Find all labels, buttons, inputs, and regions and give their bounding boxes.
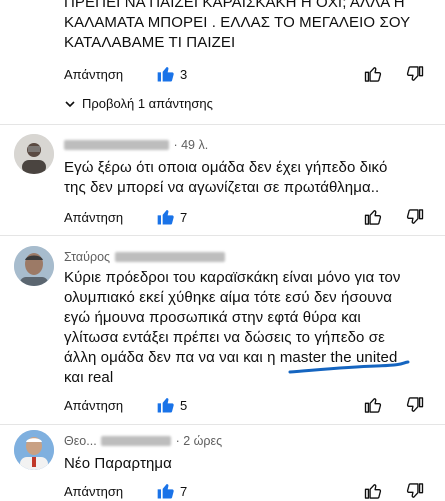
comment-time: · 2 ώρες: [175, 434, 223, 448]
author-name: Σταύρος: [64, 250, 111, 264]
avatar-photo: [14, 430, 54, 470]
hand-drawn-underline: [288, 360, 410, 374]
avatar[interactable]: [14, 430, 54, 470]
reply-button[interactable]: Απάντηση: [64, 210, 123, 225]
like-count: 7: [180, 210, 188, 225]
like-button[interactable]: [156, 207, 176, 227]
reply-button[interactable]: Απάντηση: [64, 398, 123, 413]
like-button[interactable]: [156, 481, 176, 501]
thumb-down-button[interactable]: [405, 481, 425, 501]
author-name-blurred: [114, 251, 225, 262]
comment-3-meta: Σταύρος: [64, 248, 225, 266]
thumb-up-button[interactable]: [363, 481, 383, 501]
thumb-up-button[interactable]: [363, 64, 383, 84]
reply-button[interactable]: Απάντηση: [64, 484, 123, 499]
divider: [0, 124, 445, 125]
comment-3-line-6: και real: [64, 369, 114, 386]
comment-1-line-1: ΠΡΕΠΕΙ ΝΑ ΠΑΙΖΕΙ ΚΑΡΑΪΣΚΑΚΗ Η ΟΧΙ; ΑΛΛΑ …: [64, 0, 405, 11]
divider: [0, 424, 445, 425]
comment-2-meta: · 49 λ.: [64, 136, 208, 154]
avatar[interactable]: [14, 246, 54, 286]
thumb-up-filled-icon: [157, 67, 174, 82]
comment-3-line-3: εγώ ήμουνα προσωπικά στην εφτά θύρα και: [64, 309, 361, 326]
thumb-down-button[interactable]: [405, 207, 425, 227]
comment-3-line-2: ολυμπιακό εκεί χύθηκε αίμα τότε εσύ δεν …: [64, 289, 392, 306]
view-replies-button[interactable]: Προβολή 1 απάντησης: [64, 96, 213, 111]
thumb-up-outline-icon: [364, 67, 382, 82]
comment-1-line-3: ΚΑΤΑΛΑΒΑΜΕ ΤΙ ΠΑΙΖΕΙ: [64, 34, 236, 51]
thumb-up-outline-icon: [364, 398, 382, 413]
comment-3-line-1: Κύριε πρόεδροι του καραϊσκάκη είναι μόνο…: [64, 269, 401, 286]
thumb-down-outline-icon: [406, 483, 424, 498]
author-name-blurred: [64, 139, 169, 150]
comment-time: · 49 λ.: [173, 138, 209, 152]
comment-2-line-1: Εγώ ξέρω ότι οποια ομάδα δεν έχει γήπεδο…: [64, 159, 388, 176]
thumb-down-outline-icon: [406, 397, 424, 412]
comment-2-line-2: της δεν μπορεί να αγωνίζεται σε πρωτάθλη…: [64, 179, 380, 196]
thumb-up-outline-icon: [364, 484, 382, 499]
thumb-up-button[interactable]: [363, 395, 383, 415]
author-name-blurred: [101, 435, 172, 446]
thumb-up-button[interactable]: [363, 207, 383, 227]
thumb-up-filled-icon: [157, 484, 174, 499]
chevron-down-icon: [65, 100, 75, 107]
like-button[interactable]: [156, 395, 176, 415]
thumb-up-outline-icon: [364, 210, 382, 225]
like-count: 3: [180, 67, 188, 82]
avatar-photo: [14, 246, 54, 286]
avatar[interactable]: [14, 134, 54, 174]
like-button[interactable]: [156, 64, 176, 84]
like-count: 7: [180, 484, 188, 499]
author-name: Θεο...: [64, 434, 97, 448]
reply-button[interactable]: Απάντηση: [64, 67, 123, 82]
thumb-up-filled-icon: [157, 210, 174, 225]
comment-1-line-2: ΚΑΛΑΜΑΤΑ ΜΠΟΡΕΙ . ΕΛΛΑΣ ΤΟ ΜΕΓΑΛΕΙΟ ΣΟΥ: [64, 14, 411, 31]
thumb-down-button[interactable]: [405, 64, 425, 84]
thumb-down-outline-icon: [406, 66, 424, 81]
thumb-down-outline-icon: [406, 209, 424, 224]
divider: [0, 235, 445, 236]
avatar-photo: [14, 134, 54, 174]
thumb-up-filled-icon: [157, 398, 174, 413]
thumb-down-button[interactable]: [405, 395, 425, 415]
comment-3-line-4: γλίτωσα εντάξει πρέπει να δώσεις το γήπε…: [64, 329, 385, 346]
comment-4-line-1: Νέο Παραρτημα: [64, 455, 172, 472]
like-count: 5: [180, 398, 188, 413]
comment-4-meta: Θεο... · 2 ώρες: [64, 432, 222, 450]
view-replies-label: Προβολή 1 απάντησης: [82, 96, 213, 111]
